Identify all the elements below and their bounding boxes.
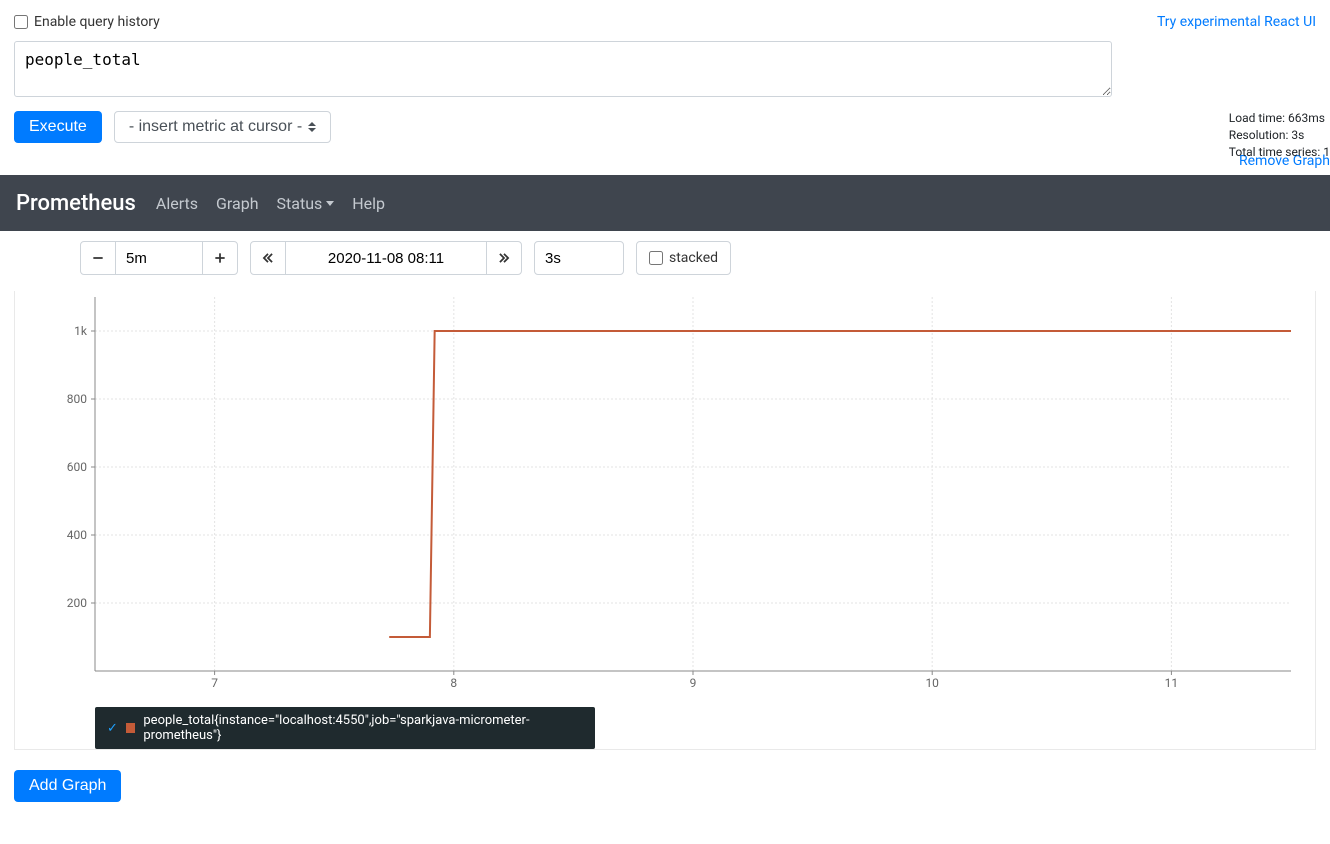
svg-text:1k: 1k	[74, 324, 88, 338]
metric-select[interactable]: - insert metric at cursor -	[114, 111, 331, 143]
select-caret-icon	[308, 122, 316, 132]
svg-text:800: 800	[67, 392, 87, 406]
svg-text:11: 11	[1165, 676, 1179, 690]
react-ui-link[interactable]: Try experimental React UI	[1157, 14, 1316, 30]
legend[interactable]: ✓ people_total{instance="localhost:4550"…	[95, 707, 595, 749]
graph-container: 200 400 600 800 1k 7 8 9 10 11 ✓ people_total{ins…	[14, 291, 1316, 750]
stat-load-time: Load time: 663ms	[1229, 110, 1330, 127]
graph-controls: stacked	[80, 241, 1330, 275]
time-group	[250, 241, 522, 275]
nav-status-label: Status	[277, 194, 323, 213]
stacked-toggle[interactable]: stacked	[636, 241, 731, 275]
enable-history-checkbox-input[interactable]	[14, 15, 28, 29]
stacked-checkbox-input[interactable]	[649, 251, 663, 265]
chart-svg: 200 400 600 800 1k 7 8 9 10 11	[29, 291, 1301, 701]
chevron-down-icon	[326, 201, 334, 206]
nav-status[interactable]: Status	[277, 194, 335, 213]
navbar: Prometheus Alerts Graph Status Help	[0, 175, 1330, 231]
svg-text:10: 10	[925, 676, 939, 690]
query-input[interactable]: people_total	[14, 41, 1112, 97]
svg-text:600: 600	[67, 460, 87, 474]
stacked-label: stacked	[669, 250, 718, 266]
range-decrease-button[interactable]	[80, 241, 116, 275]
nav-alerts[interactable]: Alerts	[156, 194, 198, 213]
double-chevron-left-icon	[261, 251, 275, 265]
query-stats: Load time: 663ms Resolution: 3s Total ti…	[1229, 110, 1330, 160]
svg-text:9: 9	[690, 676, 697, 690]
resolution-input[interactable]	[534, 241, 624, 275]
minus-icon	[91, 251, 105, 265]
check-icon: ✓	[107, 721, 118, 736]
range-group	[80, 241, 238, 275]
time-back-button[interactable]	[250, 241, 286, 275]
time-forward-button[interactable]	[486, 241, 522, 275]
enable-history-checkbox[interactable]: Enable query history	[14, 14, 160, 30]
svg-text:7: 7	[211, 676, 218, 690]
nav-graph[interactable]: Graph	[216, 194, 259, 213]
plus-icon	[213, 251, 227, 265]
legend-swatch	[126, 723, 135, 733]
range-input[interactable]	[116, 241, 202, 275]
svg-text:8: 8	[450, 676, 457, 690]
range-increase-button[interactable]	[202, 241, 238, 275]
metric-select-label: - insert metric at cursor -	[129, 118, 302, 136]
time-input[interactable]	[286, 241, 486, 275]
execute-button[interactable]: Execute	[14, 111, 102, 143]
svg-text:400: 400	[67, 528, 87, 542]
stat-resolution: Resolution: 3s	[1229, 127, 1330, 144]
svg-text:200: 200	[67, 596, 87, 610]
stat-series: Total time series: 1	[1229, 144, 1330, 161]
brand: Prometheus	[16, 191, 136, 216]
enable-history-label: Enable query history	[34, 14, 160, 30]
chart-area: 200 400 600 800 1k 7 8 9 10 11	[29, 291, 1301, 701]
legend-text: people_total{instance="localhost:4550",j…	[143, 713, 583, 743]
add-graph-button[interactable]: Add Graph	[14, 770, 121, 802]
double-chevron-right-icon	[497, 251, 511, 265]
nav-help[interactable]: Help	[352, 194, 385, 213]
